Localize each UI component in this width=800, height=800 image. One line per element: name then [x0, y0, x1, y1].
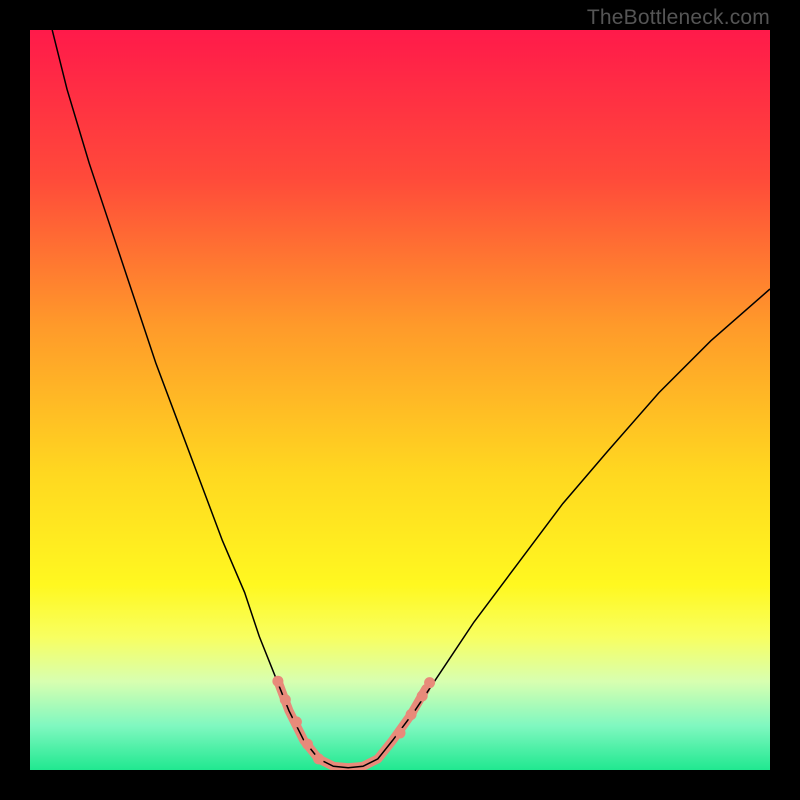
gradient-background: [30, 30, 770, 770]
chart-svg: [30, 30, 770, 770]
highlight-dot: [272, 676, 283, 687]
highlight-dot: [291, 716, 302, 727]
watermark-text: TheBottleneck.com: [587, 6, 770, 30]
highlight-dot: [280, 694, 291, 705]
highlight-dot: [395, 728, 406, 739]
highlight-dot: [313, 753, 324, 764]
plot-area: [30, 30, 770, 770]
highlight-dot: [302, 739, 313, 750]
highlight-dot: [417, 691, 428, 702]
highlight-dot: [406, 709, 417, 720]
highlight-dot: [424, 677, 435, 688]
chart-frame: TheBottleneck.com: [0, 0, 800, 800]
